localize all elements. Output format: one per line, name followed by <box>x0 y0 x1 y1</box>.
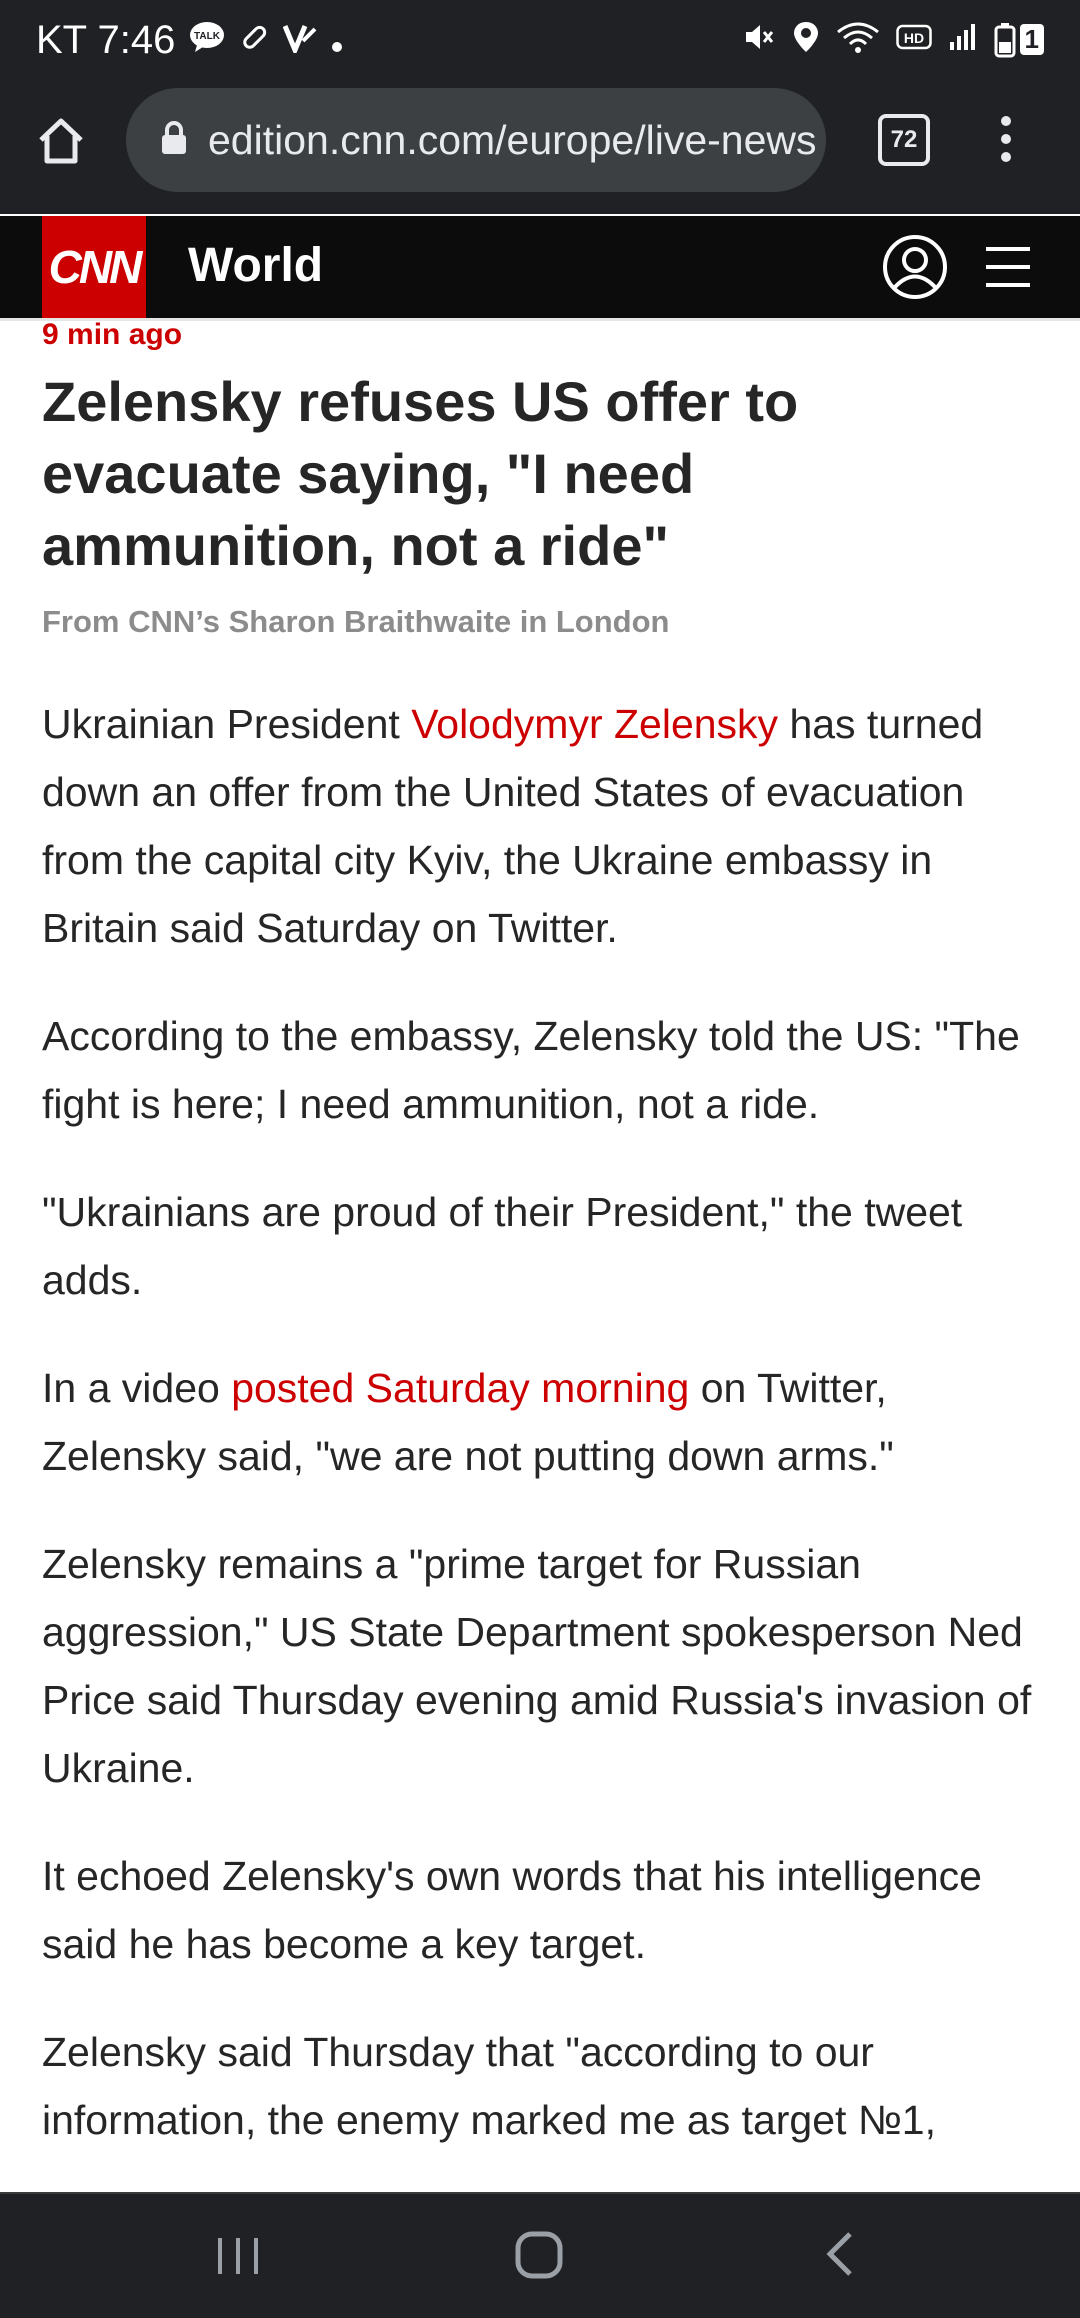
section-title[interactable]: World <box>188 238 323 293</box>
account-icon[interactable] <box>882 234 948 305</box>
logo-text: CNN <box>48 241 143 293</box>
carrier-label: KT <box>36 18 87 62</box>
paragraph-5: Zelensky remains a "prime target for Rus… <box>42 1541 1032 1791</box>
wifi-icon <box>836 20 880 59</box>
cnn-logo[interactable]: CNN <box>42 216 146 318</box>
hd-icon: HD <box>895 22 932 57</box>
text-span: In a video <box>42 1365 232 1411</box>
paragraph-1: Ukrainian President Volodymyr Zelensky h… <box>42 690 1042 962</box>
byline: From CNN’s Sharon Braithwaite in London <box>42 604 670 639</box>
home-icon[interactable] <box>36 116 86 171</box>
menu-icon[interactable] <box>984 244 1032 295</box>
svg-text:HD: HD <box>903 30 923 46</box>
paragraph-4: In a video posted Saturday morning on Tw… <box>42 1354 1042 1490</box>
address-bar[interactable]: edition.cnn.com/europe/live-news <box>126 88 826 192</box>
system-nav-bar <box>0 2192 1080 2318</box>
more-icon[interactable] <box>996 114 1016 169</box>
browser-toolbar: edition.cnn.com/europe/live-news 72 <box>0 80 1080 214</box>
tab-count: 72 <box>890 126 918 153</box>
article: 9 min ago Zelensky refuses US offer to e… <box>42 318 1042 2154</box>
zelensky-link[interactable]: Volodymyr Zelensky <box>411 701 778 747</box>
tabs-icon[interactable]: 72 <box>878 114 930 166</box>
mute-icon <box>742 20 776 59</box>
timestamp: 9 min ago <box>42 318 183 351</box>
clock: 7:46 <box>97 18 176 62</box>
text-span: Ukrainian President <box>42 701 412 747</box>
location-icon <box>792 20 820 59</box>
headline: Zelensky refuses US offer to evacuate sa… <box>42 370 799 577</box>
battery-level: 1 <box>1019 24 1044 55</box>
status-bar: KT 7:46 TALK HD 1 <box>0 0 1080 80</box>
dot-icon <box>331 18 343 63</box>
v-app-icon <box>283 18 317 63</box>
svg-text:TALK: TALK <box>194 31 221 42</box>
status-left: KT 7:46 TALK <box>36 18 343 63</box>
paragraph-6: It echoed Zelensky's own words that his … <box>42 1853 982 1967</box>
talk-icon: TALK <box>189 18 225 63</box>
recents-icon[interactable] <box>214 2224 262 2289</box>
paragraph-2: According to the embassy, Zelensky told … <box>42 1013 1020 1127</box>
site-header: CNN World <box>0 216 1080 321</box>
lock-icon <box>160 120 188 161</box>
paragraph-3: "Ukrainians are proud of their President… <box>42 1189 963 1303</box>
url-text: edition.cnn.com/europe/live-news <box>208 116 817 163</box>
video-link[interactable]: posted Saturday morning <box>231 1365 689 1411</box>
pin-icon <box>239 18 269 63</box>
status-right: HD 1 <box>742 20 1044 59</box>
battery-icon: 1 <box>994 22 1044 58</box>
paragraph-7: Zelensky said Thursday that "according t… <box>42 2029 936 2143</box>
signal-icon <box>948 22 978 57</box>
home-nav-icon[interactable] <box>512 2224 568 2289</box>
back-icon[interactable] <box>820 2224 860 2289</box>
